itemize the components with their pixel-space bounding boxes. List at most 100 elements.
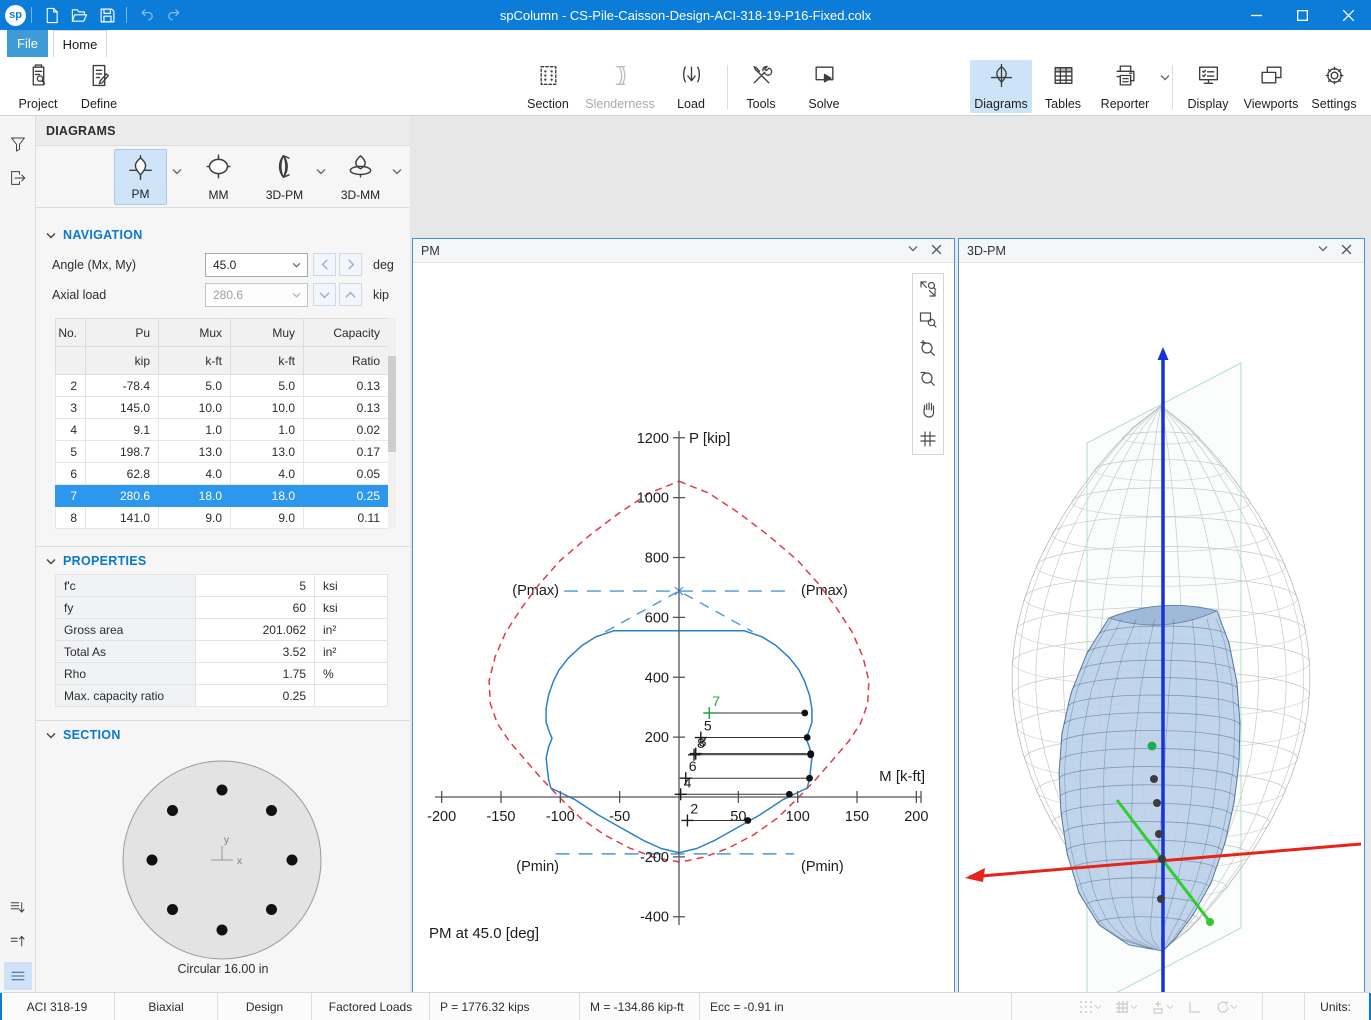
undo-button[interactable] xyxy=(135,4,157,26)
solve-icon xyxy=(812,63,837,88)
column-header[interactable]: Ratio xyxy=(304,347,389,375)
zoom-out-button[interactable] xyxy=(913,364,943,394)
zoom-extents-button[interactable] xyxy=(913,274,943,304)
open-file-button[interactable] xyxy=(68,4,90,26)
save-button[interactable] xyxy=(96,4,118,26)
pm-dropdown-icon[interactable] xyxy=(172,168,182,175)
close-button[interactable] xyxy=(1325,0,1371,30)
angle-prev-button[interactable] xyxy=(313,253,336,276)
minimize-button[interactable] xyxy=(1233,0,1279,30)
threed-pm-dropdown-icon[interactable] xyxy=(316,168,326,175)
slenderness-button[interactable]: Slenderness xyxy=(584,60,656,113)
collapse-icon xyxy=(46,732,56,739)
svg-text:600: 600 xyxy=(645,610,669,626)
section-section-header[interactable]: SECTION xyxy=(46,728,121,742)
new-file-button[interactable] xyxy=(40,4,62,26)
navigation-section-header[interactable]: NAVIGATION xyxy=(46,228,143,242)
table-row[interactable]: 2-78.45.05.00.13 xyxy=(56,375,389,397)
load-button[interactable]: Load xyxy=(667,60,715,113)
column-header[interactable]: Muy xyxy=(231,319,304,347)
combo-caret-icon xyxy=(292,262,301,268)
column-header[interactable]: Mux xyxy=(159,319,231,347)
panel-menu-caret-icon[interactable] xyxy=(908,245,918,252)
zoom-in-button[interactable] xyxy=(913,334,943,364)
threed-pm-diagram-icon xyxy=(271,153,298,180)
table-row[interactable]: 49.11.01.00.02 xyxy=(56,419,389,441)
diagram-tab-3d-mm[interactable]: 3D-MM xyxy=(334,149,387,205)
display-button[interactable]: Display xyxy=(1180,60,1236,113)
threed-panel-titlebar: 3D-PM xyxy=(959,239,1364,263)
table-row[interactable]: 662.84.04.00.05 xyxy=(56,463,389,485)
grid-lines-icon[interactable] xyxy=(1114,999,1138,1015)
tools-button[interactable]: Tools xyxy=(737,60,785,113)
filter-button[interactable] xyxy=(4,130,32,158)
axial-load-label: Axial load xyxy=(52,288,106,302)
column-header[interactable]: kip xyxy=(86,347,159,375)
define-button[interactable]: Define xyxy=(71,60,127,113)
column-header[interactable]: No. xyxy=(56,319,86,347)
table-row[interactable]: 7280.618.018.00.25 xyxy=(56,485,389,507)
table-row[interactable]: 8141.09.09.00.11 xyxy=(56,507,389,529)
svg-text:150: 150 xyxy=(845,809,869,825)
panel-close-icon[interactable] xyxy=(931,244,942,255)
pan-button[interactable] xyxy=(913,394,943,424)
section-button[interactable]: Section xyxy=(520,60,576,113)
scrollbar-thumb[interactable] xyxy=(388,356,396,452)
solve-button[interactable]: Solve xyxy=(798,60,850,113)
tab-home[interactable]: Home xyxy=(53,30,107,57)
column-header[interactable] xyxy=(56,347,86,375)
divider xyxy=(727,65,728,109)
tab-file[interactable]: File xyxy=(7,30,48,57)
threed-mm-dropdown-icon[interactable] xyxy=(392,168,402,175)
tables-button[interactable]: Tables xyxy=(1038,60,1088,113)
axial-down-button[interactable] xyxy=(313,283,336,306)
panel-menu-button[interactable] xyxy=(4,962,32,990)
settings-button[interactable]: Settings xyxy=(1306,60,1362,113)
ortho-icon[interactable] xyxy=(1186,999,1202,1015)
property-cell: Total As xyxy=(56,641,196,663)
units-selector[interactable]: Units: xyxy=(1305,993,1371,1020)
diagram-tab-mm[interactable]: MM xyxy=(192,149,245,205)
grid-button[interactable] xyxy=(913,424,943,454)
properties-section-header[interactable]: PROPERTIES xyxy=(46,554,147,568)
zoom-window-button[interactable] xyxy=(913,304,943,334)
title-bar: sp spColumn - CS-Pile-Caisson-Design-ACI… xyxy=(0,0,1371,30)
svg-text:(Pmin): (Pmin) xyxy=(801,859,844,875)
table-cell: 5.0 xyxy=(159,375,231,397)
threed-pm-view[interactable] xyxy=(959,263,1364,1020)
diagram-tab-3d-pm[interactable]: 3D-PM xyxy=(258,149,311,205)
axial-up-button[interactable] xyxy=(339,283,362,306)
collapse-all-button[interactable] xyxy=(4,928,32,956)
project-button[interactable]: Project xyxy=(10,60,66,113)
panel-menu-caret-icon[interactable] xyxy=(1318,245,1328,252)
column-header[interactable]: k-ft xyxy=(159,347,231,375)
angle-combobox[interactable]: 45.0 xyxy=(205,253,308,277)
table-row[interactable]: 3145.010.010.00.13 xyxy=(56,397,389,419)
dot-grid-icon[interactable] xyxy=(1078,999,1102,1015)
export-button[interactable] xyxy=(4,164,32,192)
reporter-dropdown-icon[interactable] xyxy=(1160,74,1170,81)
expand-all-button[interactable] xyxy=(4,894,32,922)
svg-text:100: 100 xyxy=(786,809,810,825)
solve-label: Solve xyxy=(808,97,839,111)
table-row[interactable]: 5198.713.013.00.17 xyxy=(56,441,389,463)
property-row: Rho1.75% xyxy=(56,663,388,685)
pm-diagram-panel: PM (Pmax)(Pmax)(Pmin)(Pmin)1200100080060… xyxy=(412,238,955,1020)
panel-close-icon[interactable] xyxy=(1341,244,1352,255)
table-scrollbar[interactable] xyxy=(388,318,396,528)
diagrams-button[interactable]: Diagrams xyxy=(970,60,1032,113)
orbit-icon[interactable] xyxy=(1214,999,1238,1015)
axial-load-combobox[interactable]: 280.6 xyxy=(205,283,308,307)
viewports-button[interactable]: Viewports xyxy=(1239,60,1303,113)
snap-icon[interactable] xyxy=(1150,999,1174,1015)
svg-text:-200: -200 xyxy=(427,809,456,825)
reporter-button[interactable]: Reporter xyxy=(1094,60,1156,113)
tools-label: Tools xyxy=(746,97,775,111)
angle-next-button[interactable] xyxy=(339,253,362,276)
redo-button[interactable] xyxy=(163,4,185,26)
diagram-tab-pm[interactable]: PM xyxy=(114,149,167,205)
column-header[interactable]: Capacity xyxy=(304,319,389,347)
column-header[interactable]: Pu xyxy=(86,319,159,347)
column-header[interactable]: k-ft xyxy=(231,347,304,375)
maximize-button[interactable] xyxy=(1279,0,1325,30)
